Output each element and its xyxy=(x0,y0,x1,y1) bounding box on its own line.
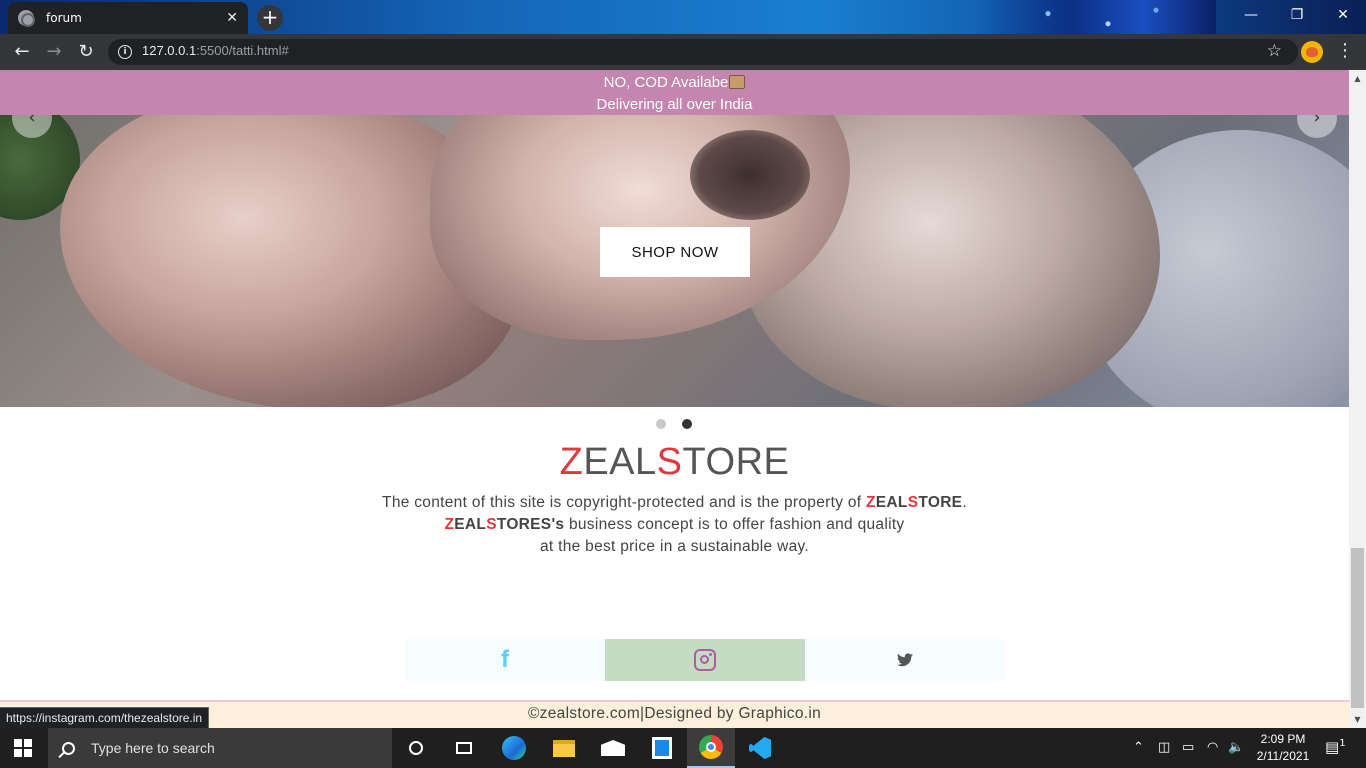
window-close-icon[interactable]: ✕ xyxy=(1320,0,1366,32)
system-clock[interactable]: 2:09 PM 2/11/2021 xyxy=(1248,731,1318,765)
wifi-icon[interactable]: ◠ xyxy=(1207,740,1218,755)
new-tab-button[interactable]: + xyxy=(257,5,283,31)
mail-icon[interactable] xyxy=(589,728,637,768)
close-tab-icon[interactable]: ✕ xyxy=(226,10,238,26)
notifications-icon[interactable]: ▤1 xyxy=(1325,738,1346,756)
volume-icon[interactable]: 🔈 xyxy=(1228,740,1244,755)
tab-title: forum xyxy=(46,11,82,25)
profile-avatar[interactable] xyxy=(1301,41,1323,63)
banner-line-1: NO, COD Availabe xyxy=(603,74,729,91)
scroll-up-icon[interactable]: ▲ xyxy=(1349,70,1366,87)
url-text[interactable]: 127.0.0.1:5500/tatti.html# xyxy=(142,43,289,58)
instagram-link[interactable] xyxy=(605,639,805,681)
globe-icon xyxy=(18,10,35,27)
package-icon xyxy=(729,75,746,89)
social-links: f xyxy=(405,639,1005,681)
task-view-icon[interactable] xyxy=(440,728,488,768)
scroll-down-icon[interactable]: ▼ xyxy=(1349,711,1366,728)
search-placeholder: Type here to search xyxy=(91,740,215,756)
scrollbar-thumb[interactable] xyxy=(1351,548,1364,708)
chrome-icon[interactable] xyxy=(687,728,735,768)
meet-now-icon[interactable]: ◫ xyxy=(1158,740,1170,755)
twitter-link[interactable] xyxy=(805,639,1005,681)
facebook-icon: f xyxy=(501,646,509,673)
carousel-dot[interactable] xyxy=(656,419,666,429)
hero-carousel: ‹ › SHOP NOW xyxy=(0,70,1349,407)
carousel-indicators xyxy=(656,419,692,429)
restore-icon[interactable]: ❐ xyxy=(1274,0,1320,32)
tray-chevron-icon[interactable]: ⌃ xyxy=(1133,740,1144,755)
site-info-icon[interactable]: i xyxy=(118,45,132,59)
edge-icon[interactable] xyxy=(490,728,538,768)
instagram-icon xyxy=(694,649,716,671)
banner-line-2: Delivering all over India xyxy=(596,96,753,113)
browser-toolbar: ← → ↻ i 127.0.0.1:5500/tatti.html# ☆ xyxy=(0,34,1366,70)
about-text: The content of this site is copyright-pr… xyxy=(382,494,967,555)
search-icon xyxy=(62,741,75,755)
browser-tab-strip: forum ✕ + — ❐ ✕ xyxy=(0,0,1366,34)
windows-taskbar: Type here to search ⌃ ◫ ▭ ◠ 🔈 2:09 PM 2/… xyxy=(0,728,1366,768)
cod-banner: NO, COD Availabe Delivering all over Ind… xyxy=(0,70,1349,115)
link-status-bubble: https://instagram.com/thezealstore.in xyxy=(0,707,210,728)
page-scrollbar[interactable]: ▲ ▼ xyxy=(1349,70,1366,728)
bookmark-star-icon[interactable]: ☆ xyxy=(1267,41,1282,61)
hero-image-shadow xyxy=(690,130,810,220)
page-viewport: ‹ › SHOP NOW NO, COD Availabe Delivering… xyxy=(0,70,1366,728)
carousel-dot-active[interactable] xyxy=(682,419,692,429)
browser-tab[interactable]: forum ✕ xyxy=(8,2,248,34)
vscode-icon[interactable] xyxy=(736,728,784,768)
wallpaper-decoration xyxy=(976,0,1216,34)
taskbar-search-box[interactable]: Type here to search xyxy=(48,728,392,768)
windows-start-icon[interactable] xyxy=(14,739,32,757)
brand-heading: ZEALSTORE xyxy=(559,441,790,483)
cortana-icon[interactable] xyxy=(392,728,440,768)
address-bar[interactable]: i 127.0.0.1:5500/tatti.html# ☆ xyxy=(108,39,1298,65)
browser-menu-icon[interactable]: ⋮ xyxy=(1336,40,1354,61)
store-app-icon[interactable] xyxy=(638,728,686,768)
file-explorer-icon[interactable] xyxy=(540,728,588,768)
reload-icon[interactable]: ↻ xyxy=(72,38,100,66)
facebook-link[interactable]: f xyxy=(405,639,605,681)
twitter-icon xyxy=(897,653,913,667)
battery-icon[interactable]: ▭ xyxy=(1182,740,1194,755)
shop-now-button[interactable]: SHOP NOW xyxy=(600,227,750,277)
minimize-icon[interactable]: — xyxy=(1228,0,1274,32)
forward-icon[interactable]: → xyxy=(40,38,68,66)
back-icon[interactable]: ← xyxy=(8,38,36,66)
